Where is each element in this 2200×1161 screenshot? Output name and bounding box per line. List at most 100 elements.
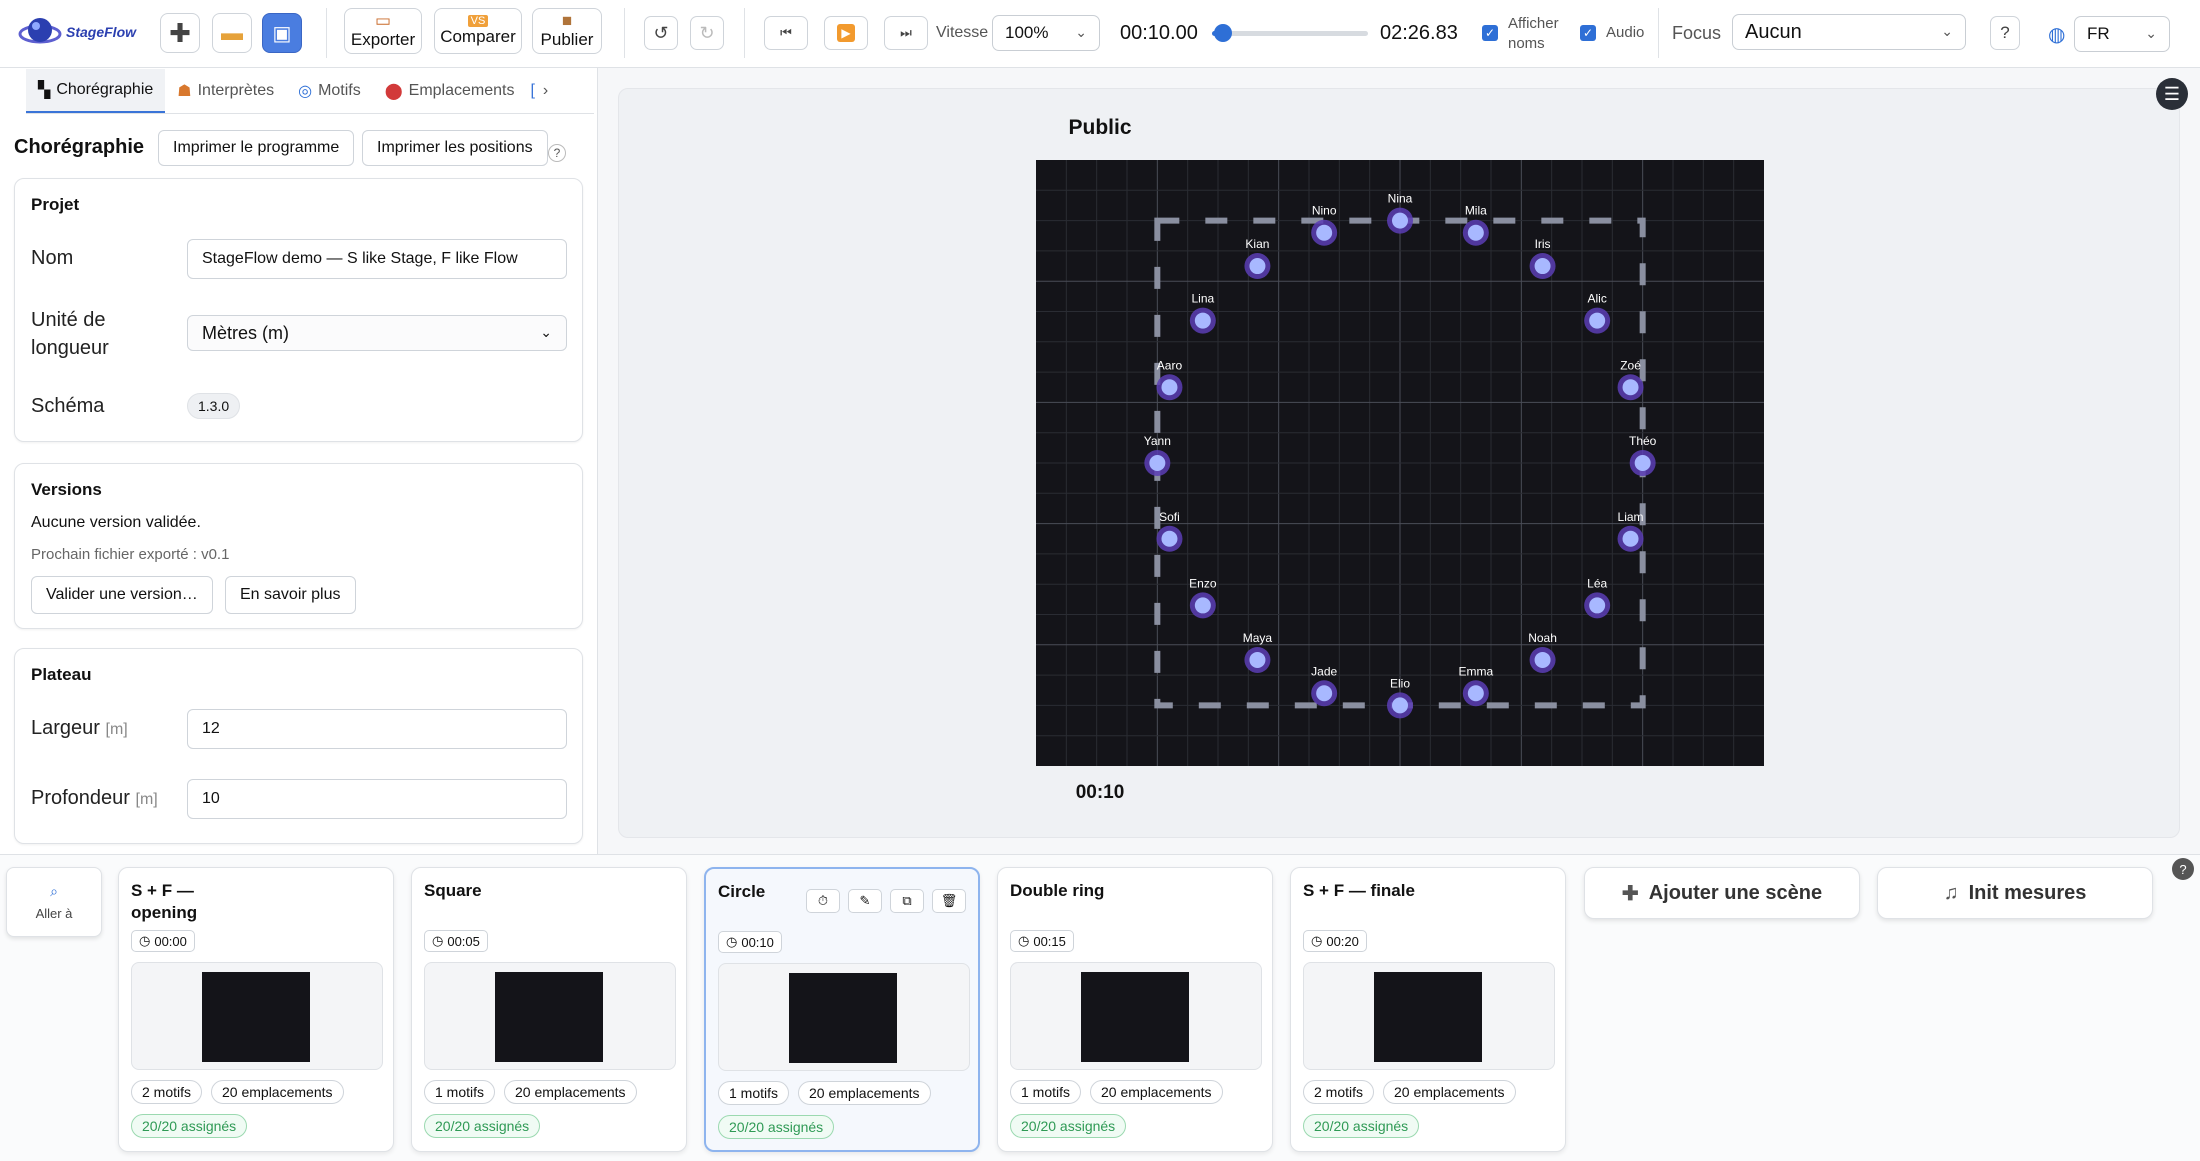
schema-badge: 1.3.0 <box>187 393 241 419</box>
focus-select[interactable]: Aucun ⌄ <box>1732 14 1966 50</box>
vs-icon: VS <box>467 15 489 27</box>
validate-version-button[interactable]: Valider une version… <box>31 576 213 614</box>
stage-canvas[interactable]: Nina Nino Mila Kian Iris Lina Alic Aaro Zoé Yann T… <box>1036 160 1764 766</box>
compare-label: Comparer <box>440 27 516 46</box>
export-button[interactable]: ▭ Exporter <box>344 8 422 54</box>
audio-checkbox[interactable]: ✓ <box>1580 25 1596 41</box>
toolbar: StageFlow ✚ ▬ ▣ ▭ Exporter VS Comparer ■… <box>0 0 2200 68</box>
add-scene-button[interactable]: ✚ Ajouter une scène <box>1584 867 1860 919</box>
tab-motifs[interactable]: ◎ Motifs <box>286 69 373 113</box>
stage-time-label: 00:10 <box>1075 782 1125 803</box>
tab-locations[interactable]: ⬤ Emplacements <box>373 69 527 113</box>
swirl-icon: ◎ <box>298 83 313 100</box>
play-icon: ▶ <box>837 24 855 42</box>
dancer-marker <box>1316 685 1333 702</box>
compare-button[interactable]: VS Comparer <box>434 8 522 54</box>
save-button[interactable]: ▣ <box>262 13 302 53</box>
init-measures-button[interactable]: ♫ Init mesures <box>1877 867 2153 919</box>
chevron-down-icon: ⌄ <box>540 324 552 340</box>
film-icon: ▭ <box>374 11 392 30</box>
menu-icon[interactable]: ☰ <box>2156 78 2188 110</box>
redo-button[interactable]: ↻ <box>690 16 724 50</box>
timeline-slider[interactable] <box>1212 24 1368 42</box>
publish-label: Publier <box>540 30 594 49</box>
timeline-handle[interactable] <box>1213 24 1232 42</box>
undo-icon: ↺ <box>653 22 669 43</box>
dancer-name: Nina <box>1388 192 1413 206</box>
pencil-icon: ✎ <box>859 893 871 908</box>
slots-pill: 20 emplacements <box>211 1080 344 1104</box>
redo-icon: ↻ <box>699 22 715 43</box>
show-names-checkbox[interactable]: ✓ <box>1482 25 1498 41</box>
unit-value: Mètres (m) <box>202 322 289 343</box>
dancer-marker <box>1634 455 1651 471</box>
project-title: Projet <box>31 195 80 214</box>
tab-performers[interactable]: ☗ Interprètes <box>165 69 286 113</box>
goto-label: Aller à <box>35 906 73 921</box>
globe-icon: ◍ <box>2048 24 2066 46</box>
dancer-name: Théo <box>1629 434 1657 448</box>
skip-back-button[interactable]: ⏮ <box>764 16 808 50</box>
learn-more-button[interactable]: En savoir plus <box>225 576 356 614</box>
scene-card[interactable]: Square ◷ 00:05 1 motifs 20 emplacements 2… <box>411 867 687 1152</box>
clock-icon: ◷ <box>139 933 151 948</box>
scene-card[interactable]: S + F — opening ◷ 00:00 2 motifs 20 empla… <box>118 867 394 1152</box>
new-button[interactable]: ✚ <box>160 13 200 53</box>
publish-button[interactable]: ■ Publier <box>532 8 602 54</box>
tab-label: Motifs <box>318 82 361 99</box>
dancers-icon: ☗ <box>177 83 192 100</box>
plus-icon: ✚ <box>1621 882 1639 905</box>
bottom-help-button[interactable]: ? <box>2172 858 2194 880</box>
scene-time: 00:15 <box>1033 933 1066 949</box>
scene-thumbnail-stage <box>789 973 897 1063</box>
dancer-name: Nino <box>1312 204 1337 218</box>
dancer-marker <box>1467 224 1484 241</box>
undo-button[interactable]: ↺ <box>644 16 678 50</box>
dancer-name: Léa <box>1587 576 1607 590</box>
motifs-pill: 1 motifs <box>1010 1080 1082 1104</box>
tab-choreography[interactable]: ▚ Chorégraphie <box>26 69 166 113</box>
trash-icon: 🗑 <box>940 893 958 908</box>
goto-button[interactable]: ⌕ Aller à <box>6 867 102 937</box>
tab-label: Interprètes <box>197 82 275 99</box>
assigned-pill: 20/20 assignés <box>718 1115 835 1139</box>
unit-select[interactable]: Mètres (m) ⌄ <box>187 315 567 351</box>
add-scene-label: Ajouter une scène <box>1648 881 1823 904</box>
scene-card[interactable]: Circle ⏱ ✎ ⧉ 🗑 ◷ 00:10 1 motifs 20 emplaceme… <box>704 867 980 1152</box>
scene-title: Double ring <box>1010 881 1105 900</box>
slots-pill: 20 emplacements <box>1383 1080 1516 1104</box>
width-label-text: Largeur <box>31 717 100 739</box>
tab-overflow[interactable]: [ <box>526 69 538 113</box>
scene-card[interactable]: Double ring ◷ 00:15 1 motifs 20 emplaceme… <box>997 867 1273 1152</box>
scene-thumbnail <box>1010 962 1262 1070</box>
clock-icon: ◷ <box>1311 933 1323 948</box>
dancer-marker <box>1249 651 1266 668</box>
skip-forward-button[interactable]: ⏭ <box>884 16 928 50</box>
dancer-marker <box>1534 258 1551 275</box>
assigned-pill: 20/20 assignés <box>1303 1114 1420 1138</box>
stage-width-input[interactable]: 12 <box>187 709 567 749</box>
help-button[interactable]: ? <box>1990 16 2020 50</box>
slots-pill: 20 emplacements <box>504 1080 637 1104</box>
scene-edit-button[interactable]: ✎ <box>848 889 882 913</box>
dancer-marker <box>1622 530 1639 547</box>
scene-delete-button[interactable]: 🗑 <box>932 889 966 913</box>
tabs-scroll-right[interactable]: › <box>539 69 552 113</box>
left-panel: ▚ Chorégraphie ☗ Interprètes ◎ Motifs ⬤ Empl… <box>0 68 598 854</box>
dancer-name: Emma <box>1458 664 1493 678</box>
dancer-name: Jade <box>1311 664 1337 678</box>
name-label: Nom <box>31 247 74 269</box>
scene-card[interactable]: S + F — finale ◷ 00:20 2 motifs 20 emplac… <box>1290 867 1566 1152</box>
scene-time-badge: ◷ 00:15 <box>1010 930 1074 952</box>
play-button[interactable]: ▶ <box>824 16 868 50</box>
speed-select[interactable]: 100% ⌄ <box>992 15 1100 51</box>
scene-title: S + F — finale <box>1303 881 1415 900</box>
scene-timer-button[interactable]: ⏱ <box>806 889 840 913</box>
folder-icon: ▬ <box>221 20 243 45</box>
open-button[interactable]: ▬ <box>212 13 252 53</box>
panel-help-button[interactable]: ? <box>548 144 566 162</box>
scene-duplicate-button[interactable]: ⧉ <box>890 889 924 913</box>
project-name-input[interactable]: StageFlow demo — S like Stage, F like Fl… <box>187 239 567 279</box>
language-select[interactable]: FR ⌄ <box>2074 16 2170 52</box>
skip-forward-icon: ⏭ <box>900 25 912 40</box>
